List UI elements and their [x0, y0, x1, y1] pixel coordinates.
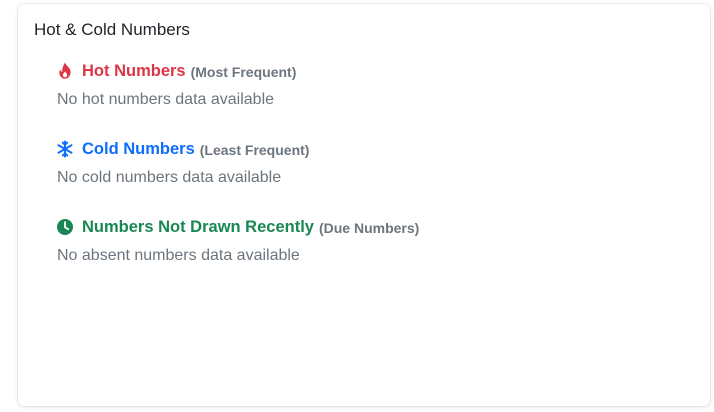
hot-numbers-subtitle: (Most Frequent) [190, 64, 297, 80]
cold-numbers-section: Cold Numbers (Least Frequent) No cold nu… [56, 138, 309, 188]
due-numbers-title: Numbers Not Drawn Recently [82, 218, 314, 236]
cold-numbers-subtitle: (Least Frequent) [199, 142, 310, 158]
due-numbers-section: Numbers Not Drawn Recently (Due Numbers)… [56, 216, 419, 266]
cold-numbers-title: Cold Numbers [82, 140, 195, 158]
hot-numbers-section: Hot Numbers (Most Frequent) No hot numbe… [56, 60, 296, 110]
snowflake-icon [56, 140, 74, 158]
hot-numbers-title: Hot Numbers [82, 62, 186, 80]
card-title: Hot & Cold Numbers [34, 20, 190, 39]
cold-numbers-header: Cold Numbers (Least Frequent) [56, 138, 309, 160]
clock-icon [56, 218, 74, 236]
due-numbers-empty-message: No absent numbers data available [57, 247, 300, 264]
hot-numbers-empty-message: No hot numbers data available [57, 91, 275, 108]
hot-cold-numbers-card: Hot & Cold Numbers Hot Numbers (Most Fre… [18, 4, 710, 406]
due-numbers-header: Numbers Not Drawn Recently (Due Numbers) [56, 216, 419, 238]
cold-numbers-empty-message: No cold numbers data available [57, 169, 282, 186]
hot-numbers-header: Hot Numbers (Most Frequent) [56, 60, 296, 82]
due-numbers-subtitle: (Due Numbers) [318, 220, 420, 236]
fire-icon [56, 62, 74, 80]
